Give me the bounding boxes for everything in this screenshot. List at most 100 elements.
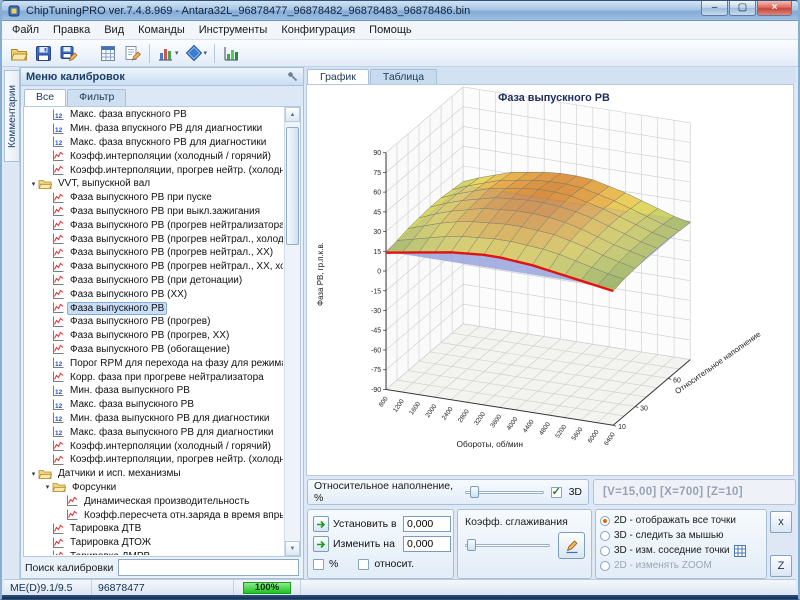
tree-item[interactable]: Коэфф.интерполяции, прогрев нейтр. (холо… [25,453,283,467]
tree-item[interactable]: Фаза выпускного РВ (прогрев нейтрализато… [25,218,283,232]
minimize-button[interactable]: – [701,1,728,16]
title-bar[interactable]: ChipTuningPRO ver.7.4.8.969 - Antara32L_… [2,1,798,21]
scroll-down-button[interactable]: ▼ [285,541,300,556]
tree-item[interactable]: 12Мин. фаза выпускного РВ [25,384,283,398]
tree-item[interactable]: Фаза выпускного РВ (прогрев нейтрал., XX… [25,260,283,274]
maximize-button[interactable]: ▢ [729,1,756,16]
smoothing-label: Коэфф. сглаживания [465,516,568,528]
open-button[interactable] [6,42,31,65]
tree-item[interactable]: Фаза выпускного РВ (прогрев нейтрал., XX… [25,246,283,260]
tree-item[interactable]: 12Мин. фаза впускного РВ для диагностики [25,122,283,136]
tree-item[interactable]: Фаза выпускного РВ [25,301,283,315]
tree-item[interactable]: 12Макс. фаза впускного РВ для диагностик… [25,136,283,150]
tree-folder[interactable]: ▾Датчики и исп. механизмы [25,467,283,481]
radio-button[interactable] [600,546,610,556]
tree-folder[interactable]: ▾VVT, выпускной вал [25,177,283,191]
edit-mode-option[interactable]: 2D - отображать все точки [600,513,762,528]
tree-scrollbar[interactable]: ▲ ▼ [284,107,300,556]
svg-text:6400: 6400 [603,431,617,447]
menu-item[interactable]: Команды [131,22,192,38]
radio-button[interactable] [600,516,610,526]
tree-item-label: Тарировка ДМРВ [67,550,153,555]
tree-item[interactable]: 12Макс. фаза выпускного РВ для диагности… [25,425,283,439]
fill-slider[interactable] [465,485,543,499]
tree-item[interactable]: Коэфф.интерполяции (холодный / горячий) [25,149,283,163]
tree-item[interactable]: 12Макс. фаза выпускного РВ [25,398,283,412]
tree-item[interactable]: 12Мин. фаза выпускного РВ для диагностик… [25,412,283,426]
pin-icon[interactable] [287,71,298,82]
tree-item[interactable]: Фаза выпускного РВ (при детонации) [25,274,283,288]
calibration-tab-active[interactable]: Все [24,89,66,106]
tree-item[interactable]: Коэфф.интерполяции (холодный / горячий) [25,439,283,453]
compare-button[interactable]: ▾ [182,42,211,65]
checkbox-3d[interactable] [551,487,562,498]
tree-item-label: Фаза выпускного РВ при пуске [67,191,215,204]
svg-text:5600: 5600 [570,426,584,442]
tree-item[interactable]: Динамическая производительность [25,494,283,508]
checksum-button[interactable] [95,42,120,65]
tree-item[interactable]: Тарировка ДТОЖ [25,536,283,550]
view-tab[interactable]: Таблица [370,69,437,84]
scroll-thumb[interactable] [286,127,299,245]
checkbox-percent[interactable] [313,559,324,570]
apply-set-button[interactable] [313,516,329,532]
tree-item[interactable]: Тарировка ДМРВ [25,550,283,556]
x-axis-button[interactable]: x [770,511,792,533]
svg-text:2800: 2800 [457,408,471,424]
tree-item-label: Форсунки [69,481,119,494]
svg-text:Обороты, об/мин: Обороты, об/мин [457,439,524,449]
tree-item[interactable]: Корр. фаза при прогреве нейтрализатора [25,370,283,384]
statistics-button[interactable] [219,42,244,65]
checkbox-relative[interactable] [358,559,369,570]
tree-item[interactable]: Фаза выпускного РВ (прогрев нейтрал., хо… [25,232,283,246]
apply-change-button[interactable] [313,536,329,552]
save-button[interactable] [31,42,56,65]
tree-item[interactable]: Фаза выпускного РВ при пуске [25,191,283,205]
tree-item[interactable]: 12Порог RPM для перехода на фазу для реж… [25,356,283,370]
tree-item[interactable]: Коэфф.пересчета отн.заряда в время впрыс… [25,508,283,522]
app-icon [7,4,21,18]
calibration-tab-inactive[interactable]: Фильтр [67,89,126,106]
charts-button[interactable]: ▾ [154,42,182,65]
set-value-input[interactable] [403,516,451,532]
menu-item[interactable]: Правка [46,22,97,38]
menu-item[interactable]: Вид [97,22,131,38]
search-input[interactable] [118,559,299,576]
view-tab[interactable]: График [307,69,369,84]
tree-item[interactable]: Коэфф.интерполяции, прогрев нейтр. (холо… [25,163,283,177]
svg-text:1200: 1200 [392,398,406,414]
tree-item[interactable]: Фаза выпускного РВ (прогрев) [25,315,283,329]
tree-item[interactable]: 12Макс. фаза впускного РВ [25,108,283,122]
svg-text:5200: 5200 [554,423,568,439]
tab-comments[interactable]: Комментарии [4,70,20,162]
surface-plot[interactable]: -90-75-60-45-30-150153045607590800120016… [307,85,793,475]
tree-item[interactable]: Тарировка ДТВ [25,522,283,536]
menu-item[interactable]: Инструменты [192,22,275,38]
change-value-input[interactable] [403,536,451,552]
save-as-button[interactable] [56,42,81,65]
expand-icon[interactable]: ▾ [29,180,38,188]
z-axis-button[interactable]: Z [770,555,792,577]
scalar-value-icon: 12 [52,399,64,411]
expand-icon[interactable]: ▾ [29,470,38,478]
tree-item[interactable]: Фаза выпускного РВ (XX) [25,287,283,301]
edit-mode-option[interactable]: 3D - изм. соседние точки [600,543,762,558]
tree-item[interactable]: Фаза выпускного РВ при выкл.зажигания [25,205,283,219]
menu-item[interactable]: Файл [5,22,46,38]
radio-button[interactable] [600,531,610,541]
edit-button[interactable] [120,42,145,65]
tree-item[interactable]: Фаза выпускного РВ (прогрев, XX) [25,329,283,343]
tree-item[interactable]: Фаза выпускного РВ (обогащение) [25,343,283,357]
close-button[interactable]: × [757,1,792,16]
scroll-up-button[interactable]: ▲ [285,107,300,122]
menu-item[interactable]: Помощь [362,22,419,38]
smoothing-slider[interactable] [465,538,550,552]
edit-map-button[interactable] [558,532,585,559]
expand-icon[interactable]: ▾ [43,483,52,491]
fill-slider-thumb[interactable] [470,486,479,498]
menu-item[interactable]: Конфигурация [274,22,362,38]
svg-text:12: 12 [55,126,63,133]
smoothing-slider-thumb[interactable] [467,539,476,551]
tree-folder[interactable]: ▾ Форсунки [25,481,283,495]
edit-mode-option[interactable]: 3D - следить за мышью [600,528,762,543]
